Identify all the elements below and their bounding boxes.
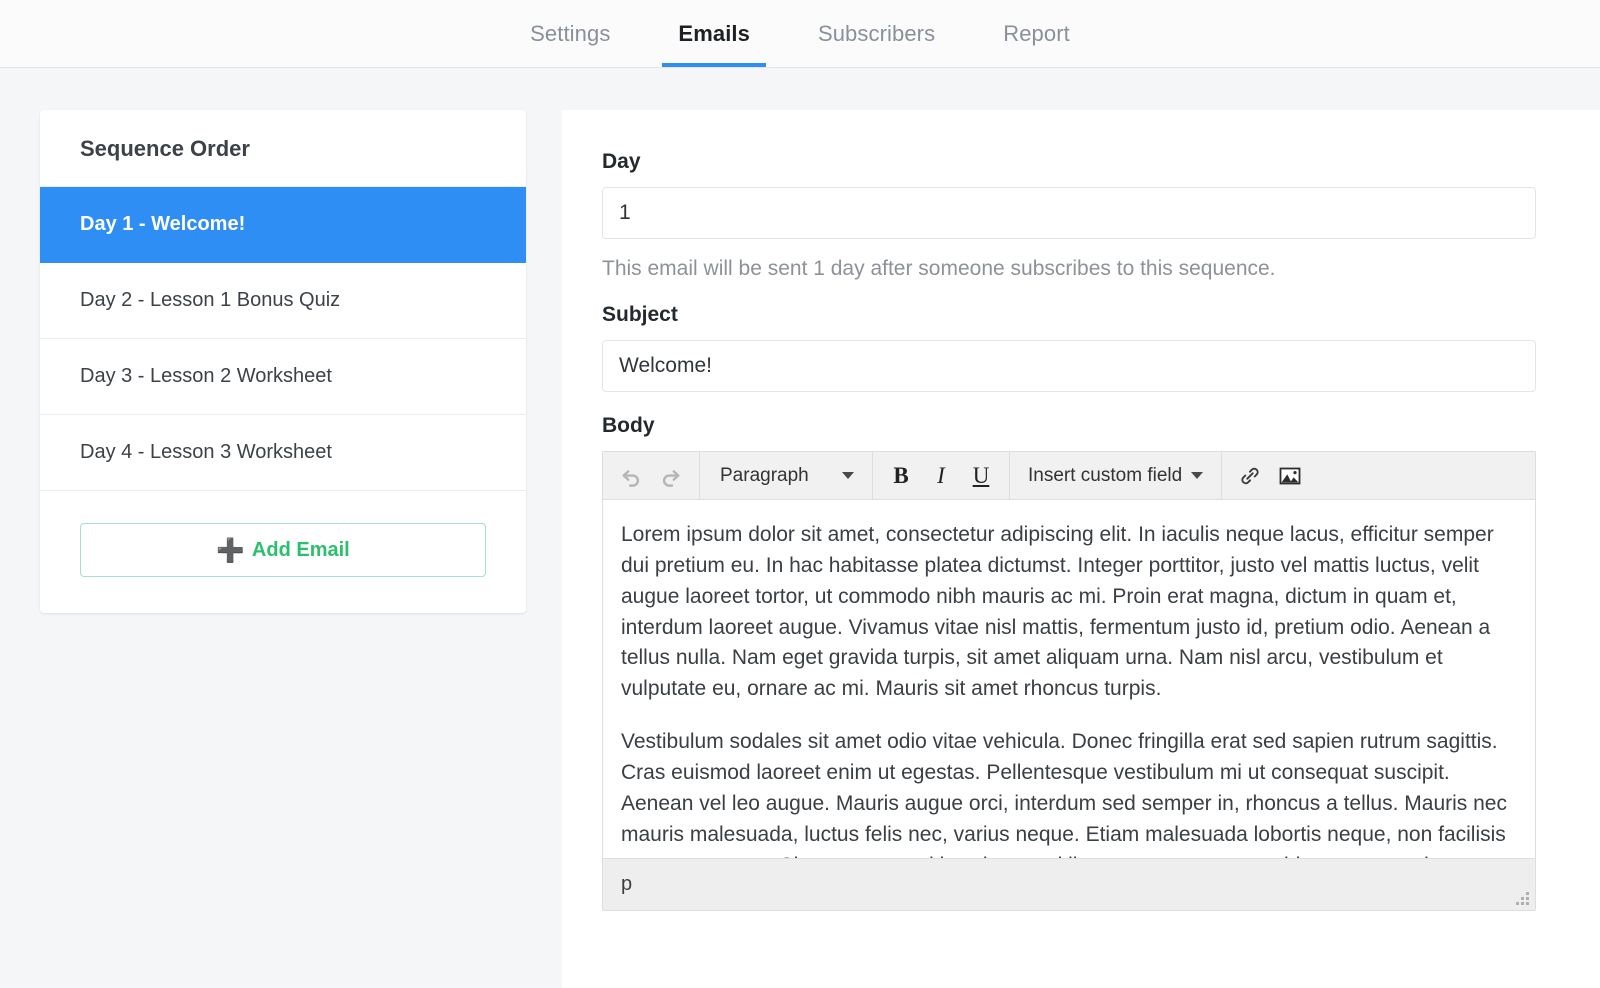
editor-content-area[interactable]: Lorem ipsum dolor sit amet, consectetur … — [603, 500, 1535, 910]
email-detail-panel: Day This email will be sent 1 day after … — [562, 110, 1600, 988]
insert-custom-field-label: Insert custom field — [1028, 465, 1182, 487]
day-input[interactable] — [602, 187, 1536, 239]
add-email-label: Add Email — [252, 539, 350, 562]
toolbar-group-custom-field: Insert custom field — [1010, 452, 1222, 499]
resize-handle[interactable] — [1515, 891, 1529, 905]
sequence-order-panel: Sequence Order Day 1 - Welcome! Day 2 - … — [40, 110, 526, 613]
sidebar-footer: ➕ Add Email — [40, 491, 526, 613]
link-icon[interactable] — [1232, 458, 1268, 494]
subject-input[interactable] — [602, 340, 1536, 392]
main-navigation: Settings Emails Subscribers Report — [0, 0, 1600, 68]
editor-status-bar: p — [603, 858, 1535, 910]
insert-custom-field-button[interactable]: Insert custom field — [1020, 458, 1211, 494]
undo-icon[interactable] — [613, 458, 649, 494]
paragraph-format-select[interactable]: Paragraph — [710, 458, 862, 494]
toolbar-group-history — [603, 452, 700, 499]
spacer — [602, 392, 1536, 414]
page-body: Sequence Order Day 1 - Welcome! Day 2 - … — [0, 68, 1600, 988]
sequence-item-day-2[interactable]: Day 2 - Lesson 1 Bonus Quiz — [40, 263, 526, 339]
tab-settings[interactable]: Settings — [496, 0, 644, 67]
paragraph-format-label: Paragraph — [720, 465, 809, 487]
toolbar-group-insert — [1222, 452, 1318, 499]
sequence-item-day-4[interactable]: Day 4 - Lesson 3 Worksheet — [40, 415, 526, 491]
underline-button[interactable]: U — [963, 458, 999, 494]
redo-icon[interactable] — [653, 458, 689, 494]
italic-button[interactable]: I — [923, 458, 959, 494]
body-field-label: Body — [602, 414, 1536, 438]
chevron-down-icon — [1191, 472, 1203, 479]
toolbar-group-styles: B I U — [873, 452, 1010, 499]
day-field-label: Day — [602, 150, 1536, 174]
sequence-item-day-1[interactable]: Day 1 - Welcome! — [40, 187, 526, 263]
day-helper-text: This email will be sent 1 day after some… — [602, 257, 1536, 281]
editor-toolbar: Paragraph B I U Insert custom field — [603, 452, 1535, 500]
element-path: p — [621, 873, 632, 896]
chevron-down-icon — [842, 472, 854, 479]
toolbar-group-format: Paragraph — [700, 452, 873, 499]
sequence-item-day-3[interactable]: Day 3 - Lesson 2 Worksheet — [40, 339, 526, 415]
body-paragraph: Lorem ipsum dolor sit amet, consectetur … — [621, 520, 1517, 705]
sequence-order-title: Sequence Order — [40, 110, 526, 187]
tab-emails[interactable]: Emails — [644, 0, 784, 67]
tab-subscribers[interactable]: Subscribers — [784, 0, 969, 67]
tab-report[interactable]: Report — [969, 0, 1104, 67]
bold-button[interactable]: B — [883, 458, 919, 494]
image-icon[interactable] — [1272, 458, 1308, 494]
subject-field-label: Subject — [602, 303, 1536, 327]
rich-text-editor: Paragraph B I U Insert custom field — [602, 451, 1536, 911]
plus-icon: ➕ — [216, 539, 245, 562]
add-email-button[interactable]: ➕ Add Email — [80, 523, 486, 577]
